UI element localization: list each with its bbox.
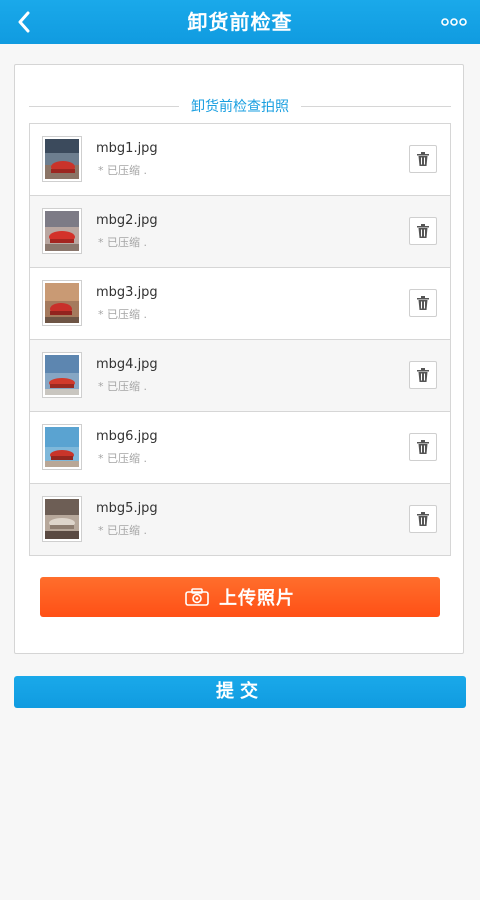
delete-button[interactable] [409, 433, 437, 461]
photo-row: mbg3.jpg * 已压缩 . [30, 267, 450, 339]
photo-thumbnail[interactable] [42, 208, 82, 254]
photo-row: mbg4.jpg * 已压缩 . [30, 339, 450, 411]
upload-photo-button[interactable]: 上传照片 [40, 577, 440, 617]
delete-button[interactable] [409, 217, 437, 245]
trash-icon [417, 512, 429, 526]
compress-status: * 已压缩 . [98, 236, 147, 249]
photo-row: mbg2.jpg * 已压缩 . [30, 195, 450, 267]
compress-status: * 已压缩 . [98, 452, 147, 465]
photo-thumbnail[interactable] [42, 496, 82, 542]
photo-thumbnail[interactable] [42, 352, 82, 398]
photo-thumbnail[interactable] [42, 424, 82, 470]
camera-icon [185, 588, 209, 606]
photo-thumbnail[interactable] [42, 280, 82, 326]
divider-right [301, 105, 451, 107]
compress-status: * 已压缩 . [98, 380, 147, 393]
file-name: mbg6.jpg [96, 429, 158, 444]
upload-button-label: 上传照片 [219, 588, 295, 609]
section-title: 卸货前检查拍照 [191, 99, 289, 115]
car-photo-icon [45, 211, 79, 251]
trash-icon [417, 296, 429, 310]
delete-button[interactable] [409, 505, 437, 533]
car-photo-icon [45, 427, 79, 467]
file-name: mbg3.jpg [96, 285, 158, 300]
photo-list: mbg1.jpg * 已压缩 . mbg2.jpg * 已压缩 . mbg3.j… [29, 123, 451, 556]
file-name: mbg1.jpg [96, 141, 158, 156]
divider-left [29, 105, 179, 107]
delete-button[interactable] [409, 289, 437, 317]
photo-row: mbg1.jpg * 已压缩 . [30, 124, 450, 195]
more-dots-icon [441, 18, 467, 26]
compress-status: * 已压缩 . [98, 308, 147, 321]
trash-icon [417, 368, 429, 382]
compress-status: * 已压缩 . [98, 164, 147, 177]
car-photo-icon [45, 283, 79, 323]
car-photo-icon [45, 355, 79, 395]
submit-button[interactable]: 提交 [14, 676, 466, 708]
file-name: mbg2.jpg [96, 213, 158, 228]
trash-icon [417, 152, 429, 166]
car-photo-icon [45, 139, 79, 179]
photo-panel: 卸货前检查拍照 mbg1.jpg * 已压缩 . mbg2.jpg * 已压缩 … [14, 64, 464, 654]
photo-thumbnail[interactable] [42, 136, 82, 182]
delete-button[interactable] [409, 361, 437, 389]
car-photo-icon [45, 499, 79, 539]
trash-icon [417, 224, 429, 238]
trash-icon [417, 440, 429, 454]
file-name: mbg4.jpg [96, 357, 158, 372]
top-bar: 卸货前检查 [0, 0, 480, 44]
section-header: 卸货前检查拍照 [29, 95, 451, 117]
compress-status: * 已压缩 . [98, 524, 147, 537]
photo-row: mbg5.jpg * 已压缩 . [30, 483, 450, 555]
page-title: 卸货前检查 [187, 10, 293, 34]
file-name: mbg5.jpg [96, 501, 158, 516]
photo-row: mbg6.jpg * 已压缩 . [30, 411, 450, 483]
more-button[interactable] [440, 12, 468, 32]
delete-button[interactable] [409, 145, 437, 173]
